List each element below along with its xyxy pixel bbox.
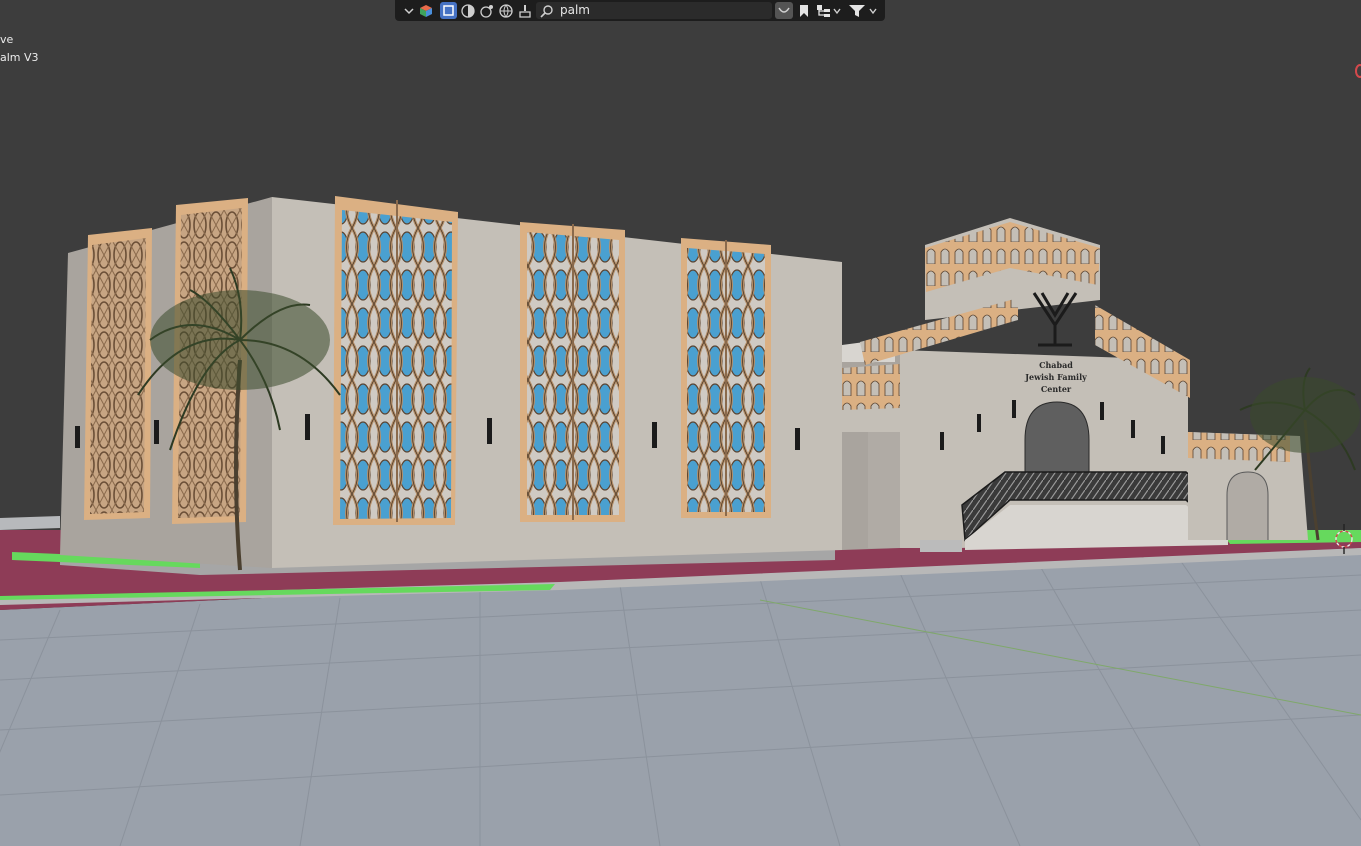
render-icon[interactable]: [478, 2, 495, 19]
sign-line2: Jewish Family: [1024, 372, 1087, 382]
3d-viewport[interactable]: Chabad Jewish Family Center ve alm V3: [0, 0, 1361, 846]
hierarchy-icon[interactable]: [815, 2, 843, 19]
navigation-gizmo-axis[interactable]: [1355, 64, 1361, 78]
scene-icon[interactable]: [497, 2, 514, 19]
search-input[interactable]: [560, 2, 760, 19]
brush-icon[interactable]: [516, 2, 533, 19]
active-object-name: alm V3: [0, 51, 39, 64]
filter-icon[interactable]: [847, 2, 881, 19]
sign-line3: Center: [1041, 384, 1072, 394]
match-case-icon[interactable]: [775, 2, 793, 19]
header-toolbar: [395, 0, 885, 21]
search-icon: [540, 3, 554, 22]
display-mode-icon[interactable]: [418, 2, 434, 19]
viewport-mode-text: ve: [0, 33, 14, 46]
search-field[interactable]: [536, 2, 772, 19]
scene-render: Chabad Jewish Family Center: [0, 196, 1361, 846]
viewport-shading-icon[interactable]: [459, 2, 476, 19]
sign-line1: Chabad: [1039, 360, 1073, 370]
chevron-down-icon[interactable]: [402, 2, 416, 19]
selectable-icon[interactable]: [440, 2, 457, 19]
bookmark-icon[interactable]: [796, 2, 812, 19]
